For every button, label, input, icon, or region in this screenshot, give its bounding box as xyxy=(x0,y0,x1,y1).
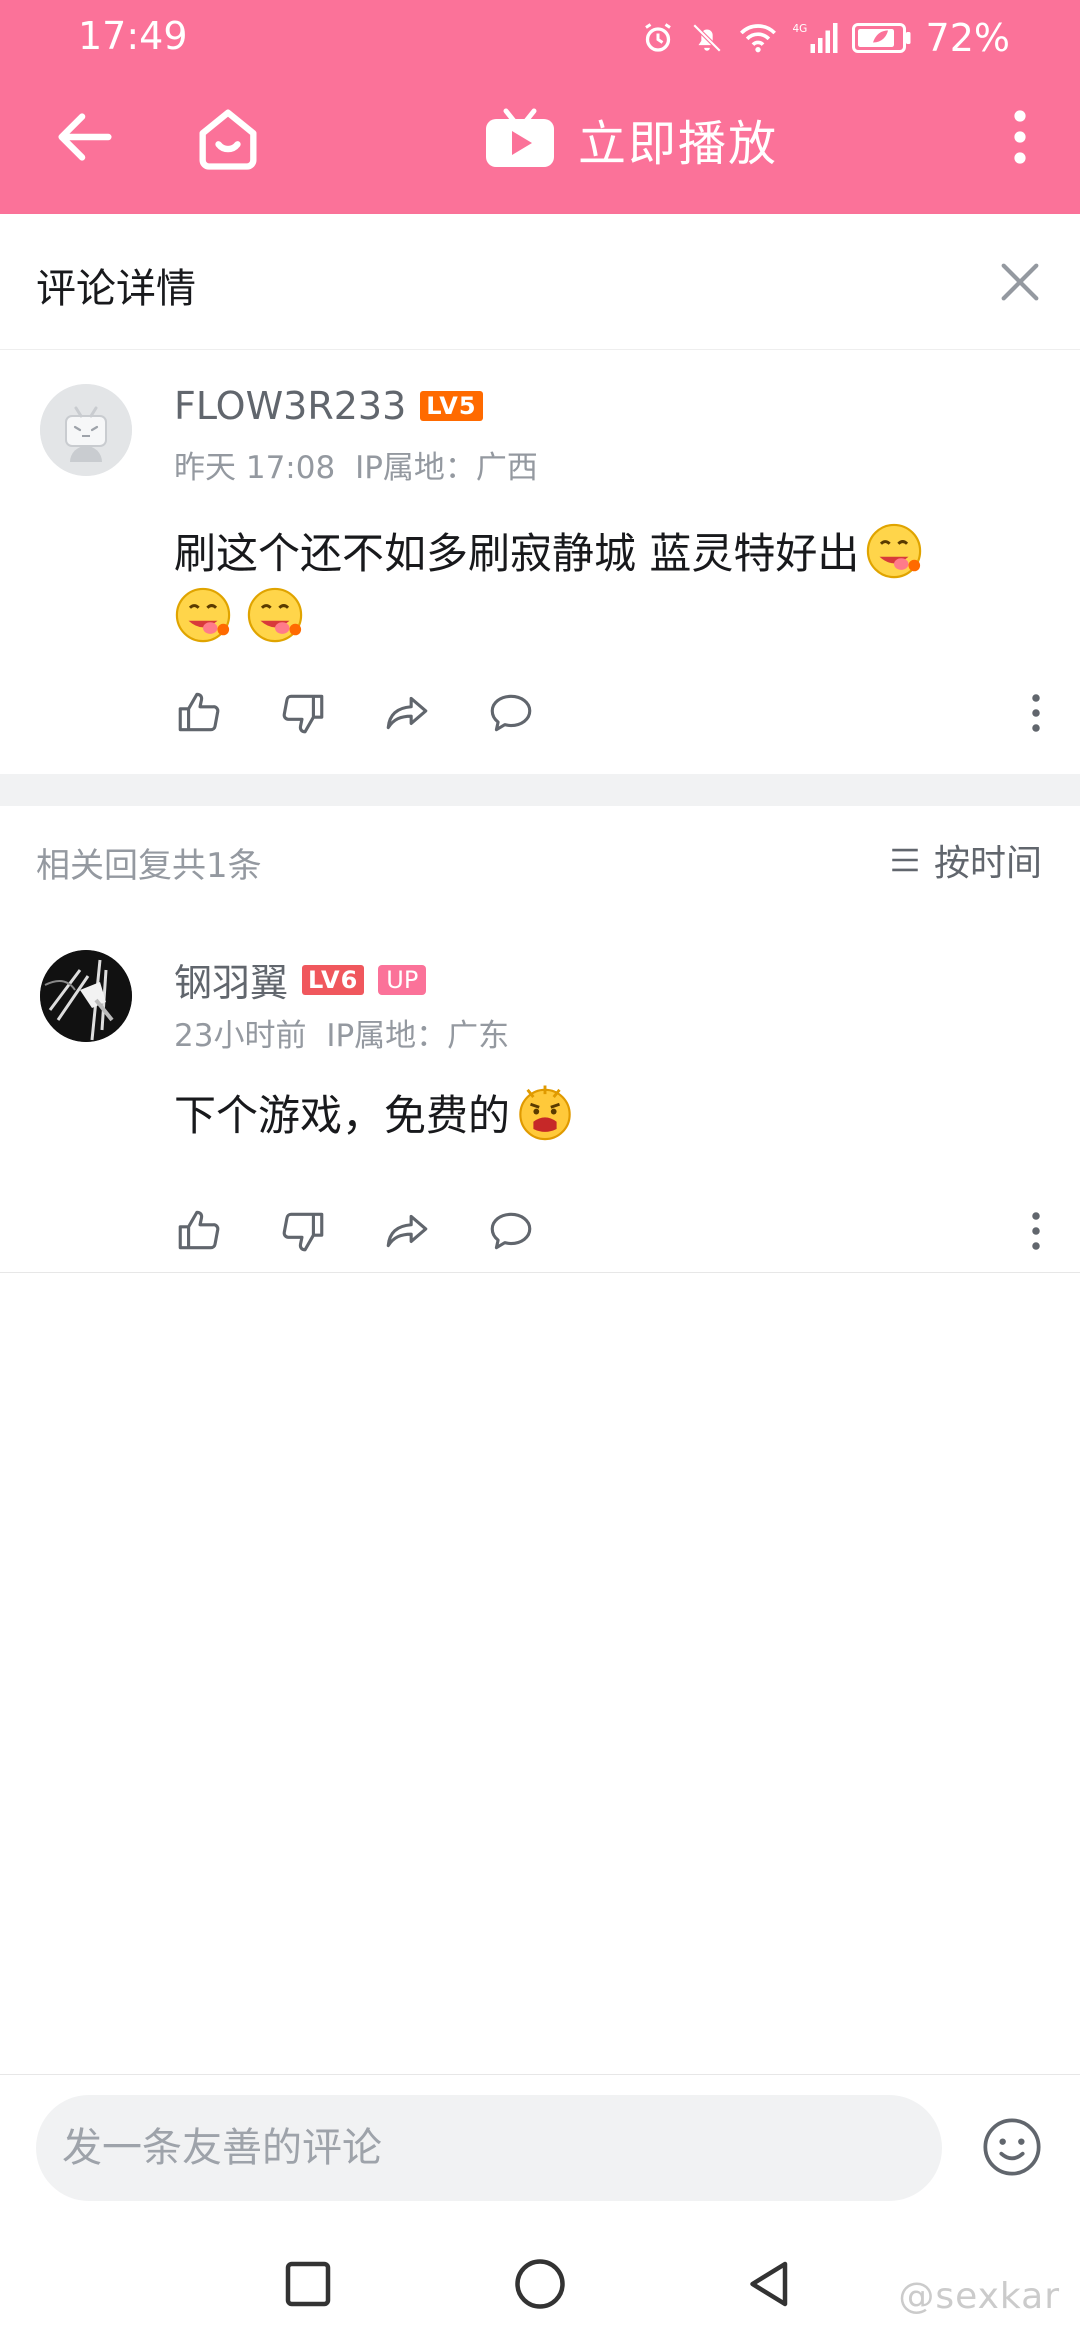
level-badge: LV5 xyxy=(420,391,483,421)
section-divider xyxy=(0,774,1080,806)
battery-percent: 72% xyxy=(925,16,1010,60)
home-circle-icon[interactable] xyxy=(510,2254,570,2314)
username[interactable]: FLOW3R233 xyxy=(174,384,406,428)
reply-actions xyxy=(174,1206,536,1256)
home-icon[interactable] xyxy=(190,100,266,176)
back-triangle-icon[interactable] xyxy=(740,2254,800,2314)
reply-separator xyxy=(0,1272,1080,1273)
comment-more-icon[interactable] xyxy=(1026,688,1046,738)
watermark: @sexkar xyxy=(898,2276,1060,2317)
status-icons: 4G 72% xyxy=(640,14,1010,62)
reply-author[interactable]: 钢羽翼 LV6 UP xyxy=(174,952,427,1007)
like-icon[interactable] xyxy=(174,688,224,738)
emoji-icon[interactable] xyxy=(980,2115,1044,2179)
reply-more-icon[interactable] xyxy=(1026,1206,1046,1256)
top-bar: 17:49 4G 72% 立即播放 xyxy=(0,0,1080,214)
comment-author[interactable]: FLOW3R233 LV5 xyxy=(174,384,483,428)
play-now-label: 立即播放 xyxy=(578,116,779,172)
up-badge: UP xyxy=(378,964,427,995)
level-badge: LV6 xyxy=(302,964,365,995)
comment-actions xyxy=(174,688,536,738)
comment-text: 刷这个还不如多刷寂静城 蓝灵特好出 xyxy=(174,522,994,650)
sort-lines-icon xyxy=(892,848,918,872)
comment-detail-header: 评论详情 xyxy=(0,214,1080,350)
dislike-icon[interactable] xyxy=(278,1206,328,1256)
signal-icon: 4G xyxy=(792,23,838,53)
tv-play-icon xyxy=(486,108,554,167)
alarm-icon xyxy=(644,23,671,52)
dislike-icon[interactable] xyxy=(278,688,328,738)
more-vertical-icon[interactable] xyxy=(1000,102,1040,172)
username[interactable]: 钢羽翼 xyxy=(174,952,288,1007)
recent-apps-icon[interactable] xyxy=(278,2254,338,2314)
battery-icon xyxy=(851,23,911,53)
comment-input[interactable] xyxy=(36,2095,942,2201)
replies-header: 相关回复共1条 按时间 xyxy=(0,806,1080,916)
reply-comment: 钢羽翼 LV6 UP 23小时前 IP属地：广东 下个游戏，免费的 xyxy=(0,916,1080,1272)
like-icon[interactable] xyxy=(174,1206,224,1256)
share-icon[interactable] xyxy=(382,1206,432,1256)
main-comment: FLOW3R233 LV5 昨天 17:08 IP属地：广西 刷这个还不如多刷寂… xyxy=(0,350,1080,774)
sort-label: 按时间 xyxy=(933,843,1042,884)
wifi-icon xyxy=(739,24,776,53)
status-bar: 17:49 4G 72% xyxy=(0,0,1080,80)
comment-date: 昨天 17:08 xyxy=(174,450,336,486)
status-time: 17:49 xyxy=(78,14,188,58)
reply-count: 相关回复共1条 xyxy=(36,846,262,886)
tongue-face-emoji-icon xyxy=(175,587,231,643)
page-title: 评论详情 xyxy=(36,266,196,312)
reply-date: 23小时前 xyxy=(174,1018,307,1054)
comment-ip: IP属地：广西 xyxy=(355,450,538,486)
play-now-button[interactable]: 立即播放 xyxy=(484,94,778,184)
reply-icon[interactable] xyxy=(486,688,536,738)
sort-button[interactable]: 按时间 xyxy=(888,834,1042,886)
system-nav-bar: @sexkar xyxy=(0,2224,1080,2340)
comment-input-container[interactable] xyxy=(36,2095,942,2201)
avatar[interactable] xyxy=(40,384,132,476)
avatar[interactable] xyxy=(40,950,132,1042)
reply-text: 下个游戏，免费的 xyxy=(174,1084,994,1148)
reply-meta: 23小时前 IP属地：广东 xyxy=(174,1010,509,1055)
svg-text:4G: 4G xyxy=(792,23,807,35)
close-icon[interactable] xyxy=(992,254,1048,310)
reply-ip: IP属地：广东 xyxy=(326,1018,510,1054)
back-arrow-icon[interactable] xyxy=(50,102,120,172)
tongue-face-emoji-icon xyxy=(867,523,922,579)
reply-text-body: 下个游戏，免费的 xyxy=(174,1091,511,1140)
user-avatar-image xyxy=(40,950,132,1042)
tongue-face-emoji-icon xyxy=(247,587,303,643)
share-icon[interactable] xyxy=(382,688,432,738)
default-avatar-icon xyxy=(40,384,132,476)
reply-icon[interactable] xyxy=(486,1206,536,1256)
comment-meta: 昨天 17:08 IP属地：广西 xyxy=(174,442,538,487)
bell-off-icon xyxy=(692,23,721,53)
comment-input-bar xyxy=(0,2074,1080,2224)
comment-text-body: 刷这个还不如多刷寂静城 蓝灵特好出 xyxy=(174,529,860,578)
app-bar: 立即播放 xyxy=(0,80,1080,214)
shocked-face-emoji-icon xyxy=(519,1085,571,1141)
